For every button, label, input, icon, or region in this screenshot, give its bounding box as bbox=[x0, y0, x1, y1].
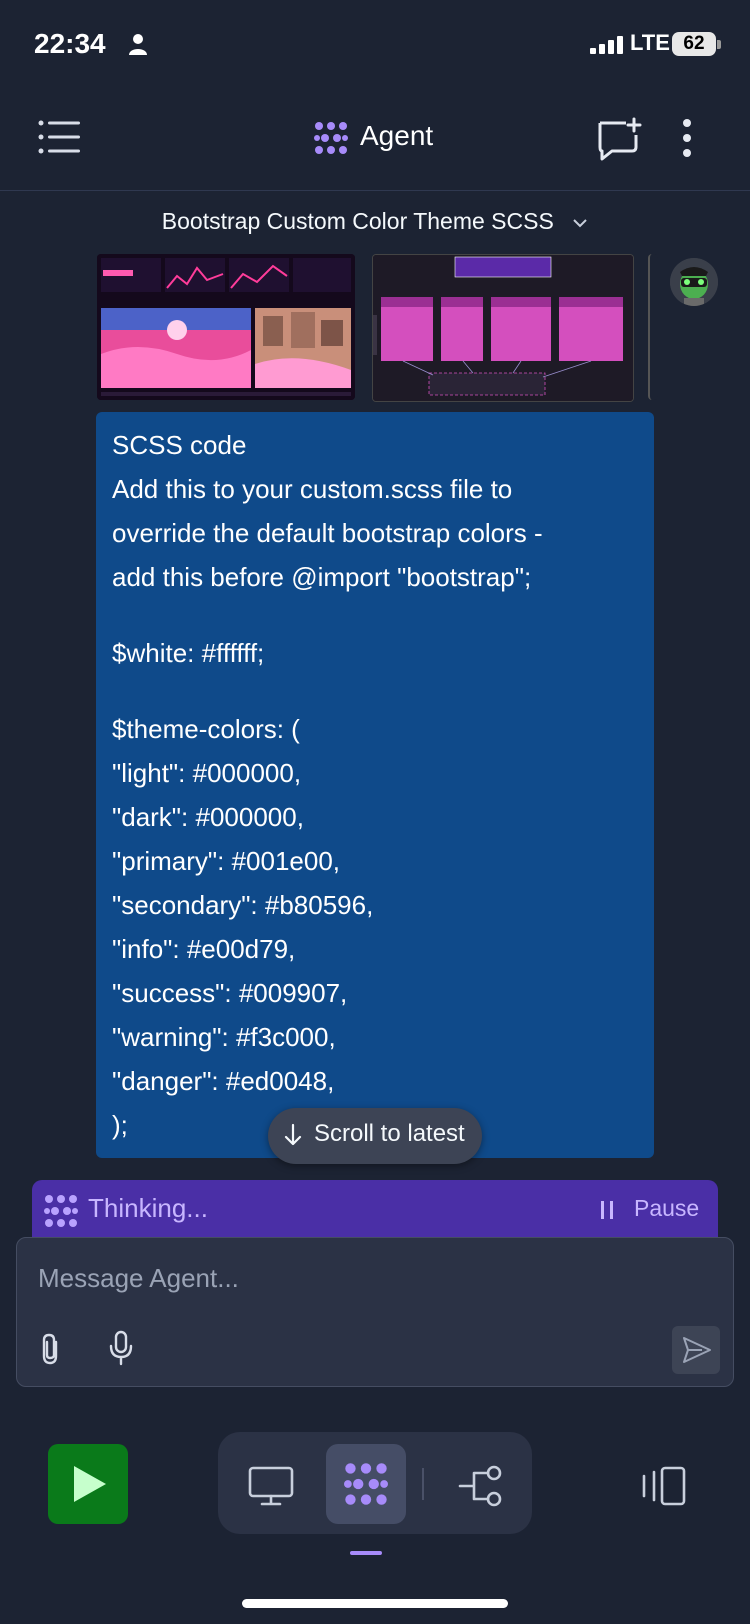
attachment-thumbnail[interactable] bbox=[648, 254, 658, 400]
message-line: "primary": #001e00, bbox=[112, 846, 341, 876]
message-line: Add this to your custom.scss file to bbox=[112, 474, 513, 504]
paperclip-icon[interactable] bbox=[38, 1332, 62, 1366]
header-divider bbox=[0, 190, 750, 191]
pause-button[interactable]: Pause bbox=[634, 1195, 699, 1222]
message-line: "success": #009907, bbox=[112, 978, 348, 1008]
message-line: "danger": #ed0048, bbox=[112, 1066, 335, 1096]
monitor-icon[interactable] bbox=[248, 1466, 294, 1506]
run-button[interactable] bbox=[48, 1444, 128, 1524]
message-line: "secondary": #b80596, bbox=[112, 890, 374, 920]
message-line: SCSS code bbox=[112, 430, 247, 460]
person-icon bbox=[129, 34, 147, 55]
workflow-icon[interactable] bbox=[458, 1464, 504, 1508]
arrow-down-icon bbox=[284, 1123, 302, 1146]
nav-divider bbox=[422, 1468, 424, 1500]
more-icon[interactable] bbox=[682, 118, 692, 158]
chevron-down-icon bbox=[573, 219, 587, 228]
message-line: override the default bootstrap colors - bbox=[112, 518, 543, 548]
home-indicator bbox=[242, 1599, 508, 1608]
agent-icon bbox=[344, 1463, 388, 1505]
status-time: 22:34 bbox=[34, 28, 106, 59]
avatar[interactable] bbox=[670, 258, 718, 306]
thread-title: Bootstrap Custom Color Theme SCSS bbox=[161, 208, 554, 234]
header-title: Agent bbox=[360, 120, 434, 151]
scroll-to-latest-label: Scroll to latest bbox=[314, 1120, 465, 1147]
attachment-thumbnail[interactable] bbox=[372, 254, 634, 402]
dashboard-image bbox=[97, 254, 355, 400]
message-line: ); bbox=[112, 1110, 128, 1140]
message-line: $theme-colors: ( bbox=[112, 714, 300, 744]
agent-logo-icon bbox=[314, 122, 348, 154]
avatar-image bbox=[670, 258, 718, 306]
menu-icon[interactable] bbox=[38, 120, 82, 154]
send-button[interactable] bbox=[672, 1326, 720, 1374]
panels-icon[interactable] bbox=[640, 1466, 686, 1506]
message-line: "info": #e00d79, bbox=[112, 934, 296, 964]
play-icon bbox=[74, 1466, 106, 1502]
microphone-icon[interactable] bbox=[108, 1330, 134, 1366]
attachment-thumbnail[interactable] bbox=[97, 254, 355, 400]
send-icon bbox=[683, 1337, 711, 1363]
battery-tip bbox=[717, 40, 721, 49]
message-line: "dark": #000000, bbox=[112, 802, 304, 832]
message-line: "warning": #f3c000, bbox=[112, 1022, 336, 1052]
message-input[interactable] bbox=[38, 1260, 638, 1296]
signal-icon bbox=[590, 36, 623, 54]
diagram-image bbox=[373, 255, 633, 401]
new-chat-icon[interactable] bbox=[596, 117, 642, 161]
pause-icon[interactable] bbox=[600, 1200, 614, 1220]
thread-title-selector[interactable]: Bootstrap Custom Color Theme SCSS bbox=[0, 208, 750, 235]
message-line: "light": #000000, bbox=[112, 758, 302, 788]
network-label: LTE bbox=[630, 30, 670, 55]
thinking-label: Thinking... bbox=[88, 1193, 208, 1223]
message-line: add this before @import "bootstrap"; bbox=[112, 562, 532, 592]
message-line: $white: #ffffff; bbox=[112, 638, 265, 668]
active-tab-indicator bbox=[350, 1551, 382, 1555]
battery-indicator: 62 bbox=[672, 32, 716, 56]
agent-logo-icon bbox=[44, 1195, 78, 1227]
